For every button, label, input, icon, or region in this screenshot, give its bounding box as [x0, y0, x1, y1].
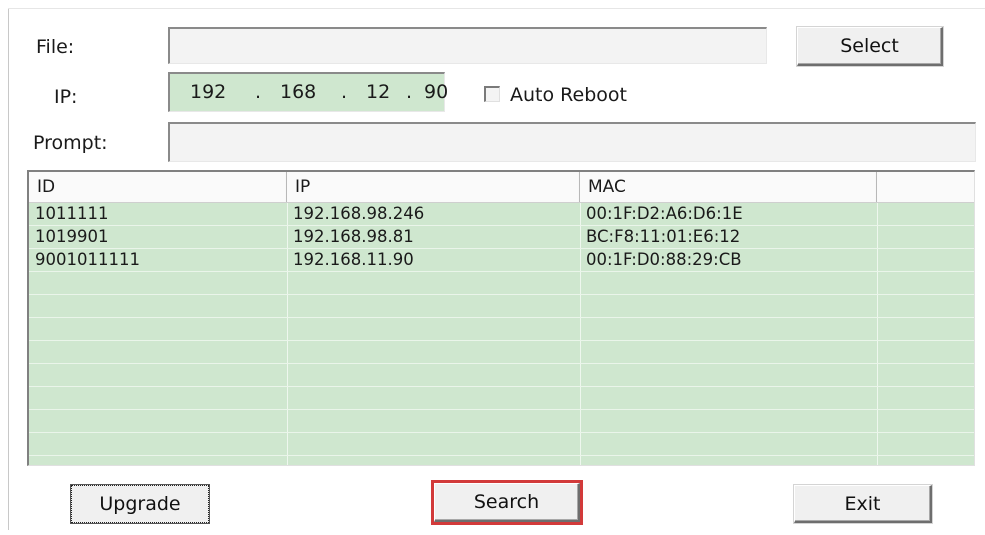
exit-button[interactable]: Exit: [794, 485, 932, 523]
empty-row: [29, 295, 974, 318]
ip-octet-1: 192: [190, 81, 227, 103]
search-button[interactable]: Search: [431, 480, 583, 525]
window-top-border: [8, 8, 985, 9]
list-rows: 1011111 192.168.98.246 00:1F:D2:A6:D6:1E 10…: [29, 203, 974, 456]
ip-octet-4: 90: [424, 81, 449, 103]
ip-dot-1: .: [255, 81, 262, 103]
prompt-field: [168, 122, 976, 162]
ip-octet-3: 12: [366, 81, 391, 103]
file-path-field[interactable]: [168, 27, 767, 64]
ip-dot-2: .: [341, 81, 348, 103]
window-left-border: [8, 8, 9, 530]
row-id-cell: 9001011111: [35, 250, 140, 269]
empty-row: [29, 387, 974, 410]
prompt-label: Prompt:: [33, 132, 108, 154]
list-header: ID IP MAC: [29, 172, 974, 203]
ip-label: IP:: [54, 86, 78, 108]
column-header-ip[interactable]: IP: [287, 172, 580, 202]
auto-reboot-checkbox[interactable]: [484, 86, 500, 102]
upgrade-button[interactable]: Upgrade: [71, 485, 209, 523]
ip-octet-2: 168: [280, 81, 317, 103]
table-row[interactable]: 1011111 192.168.98.246 00:1F:D2:A6:D6:1E: [29, 203, 974, 226]
row-ip-cell: 192.168.98.246: [293, 204, 425, 223]
empty-row: [29, 272, 974, 295]
row-id-cell: 1019901: [35, 227, 109, 246]
row-ip-cell: 192.168.11.90: [293, 250, 414, 269]
table-row[interactable]: 9001011111 192.168.11.90 00:1F:D0:88:29:CB: [29, 249, 974, 272]
row-mac-cell: BC:F8:11:01:E6:12: [586, 227, 741, 246]
auto-reboot-label: Auto Reboot: [510, 84, 627, 106]
row-ip-cell: 192.168.98.81: [293, 227, 414, 246]
column-header-id[interactable]: ID: [29, 172, 287, 202]
device-list[interactable]: ID IP MAC 1011111 192.168.98.246 00:1F:D2:…: [27, 170, 975, 466]
row-mac-cell: 00:1F:D0:88:29:CB: [586, 250, 742, 269]
select-button[interactable]: Select: [797, 27, 943, 66]
empty-row: [29, 341, 974, 364]
ip-dot-3: .: [406, 81, 413, 103]
column-header-blank[interactable]: [877, 172, 974, 202]
file-label: File:: [36, 36, 75, 58]
empty-row: [29, 318, 974, 341]
empty-row: [29, 433, 974, 456]
empty-row: [29, 410, 974, 433]
empty-row: [29, 364, 974, 387]
row-mac-cell: 00:1F:D2:A6:D6:1E: [586, 204, 743, 223]
column-header-mac[interactable]: MAC: [580, 172, 877, 202]
row-id-cell: 1011111: [35, 204, 109, 223]
table-row[interactable]: 1019901 192.168.98.81 BC:F8:11:01:E6:12: [29, 226, 974, 249]
ip-address-field[interactable]: 192 . 168 . 12 . 90: [168, 72, 449, 112]
